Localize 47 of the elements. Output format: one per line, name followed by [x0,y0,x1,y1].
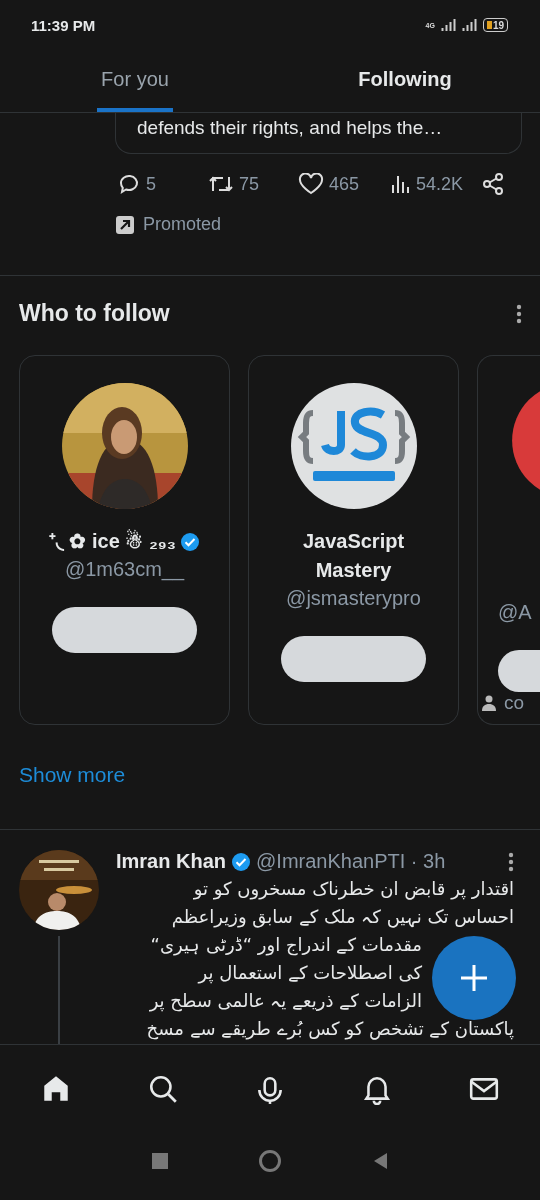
profile-name: ⁺◟ ✿ ice ☃ ₂₉₃ [48,528,177,554]
follow-button[interactable] [281,636,426,682]
feed-tab[interactable]: Following [270,50,540,112]
tweet-text-line: پاکستان کے تشخص کو کس بُرے طریقے سے مسخ [145,1017,514,1042]
person-icon [482,695,496,711]
profile-handle: @1m63cm__ [64,558,185,581]
repost-button[interactable]: 75 [208,173,298,195]
system-recents-button[interactable] [149,1150,171,1172]
battery-level: 19 [482,18,508,32]
feed-tab[interactable]: For you [0,50,270,112]
tweet-text-line: کی اصطلاحات کے استعمال پر [196,961,422,986]
more-icon[interactable] [516,303,522,324]
profile-note: co [504,692,525,714]
system-home-button[interactable] [259,1150,281,1172]
tweet-text-line: مقدمات کے اندراج اور “ڈرٹی ہیری“ [149,933,422,958]
more-icon[interactable] [508,851,514,872]
follow-button[interactable] [498,649,540,692]
signal-icon [461,19,477,31]
follow-button[interactable] [52,607,197,653]
tweet-text-line: الزامات کے ذریعے یہ عالمی سطح پر [148,989,422,1014]
profile-card[interactable]: @A co [477,355,540,725]
show-more-link[interactable]: Show more [0,725,540,787]
like-button[interactable]: 465 [298,173,391,195]
tweet-text-line: اقتدار پر قابض ان خطرناک مسخروں کو تو [192,877,514,902]
clock-time: 11:39 PM [31,16,96,34]
plus-icon [459,963,489,993]
circle-icon [259,1150,281,1172]
reply-button[interactable]: 5 [117,172,208,196]
profile-handle: @jsmasterypro [286,587,421,610]
author-handle: @ImranKhanPTI · 3h [256,850,446,873]
views-icon [391,173,411,195]
like-icon [298,173,324,195]
reply-icon [117,172,141,196]
views-button[interactable]: 54.2K [391,173,481,195]
author-name: Imran Khan [116,850,227,873]
tweet-text-line: احساس تک نہیں کہ ملک کے سابق وزیراعظم [170,905,514,930]
profile-card[interactable]: JavaScript Mastery @jsmasterypro [248,355,459,725]
promoted-label: Promoted [143,214,222,235]
promoted-icon [115,214,135,235]
profile-card[interactable]: ⁺◟ ✿ ice ☃ ₂₉₃ @1m63cm__ [19,355,230,725]
square-icon [149,1150,171,1172]
signal-icon [440,19,456,31]
section-title: Who to follow [19,300,170,327]
share-icon[interactable] [481,172,505,196]
tweet-text: defends their rights, and helps the… [115,113,522,154]
profile-name: JavaScript Mastery [301,529,406,583]
profile-handle: @A [498,600,532,624]
